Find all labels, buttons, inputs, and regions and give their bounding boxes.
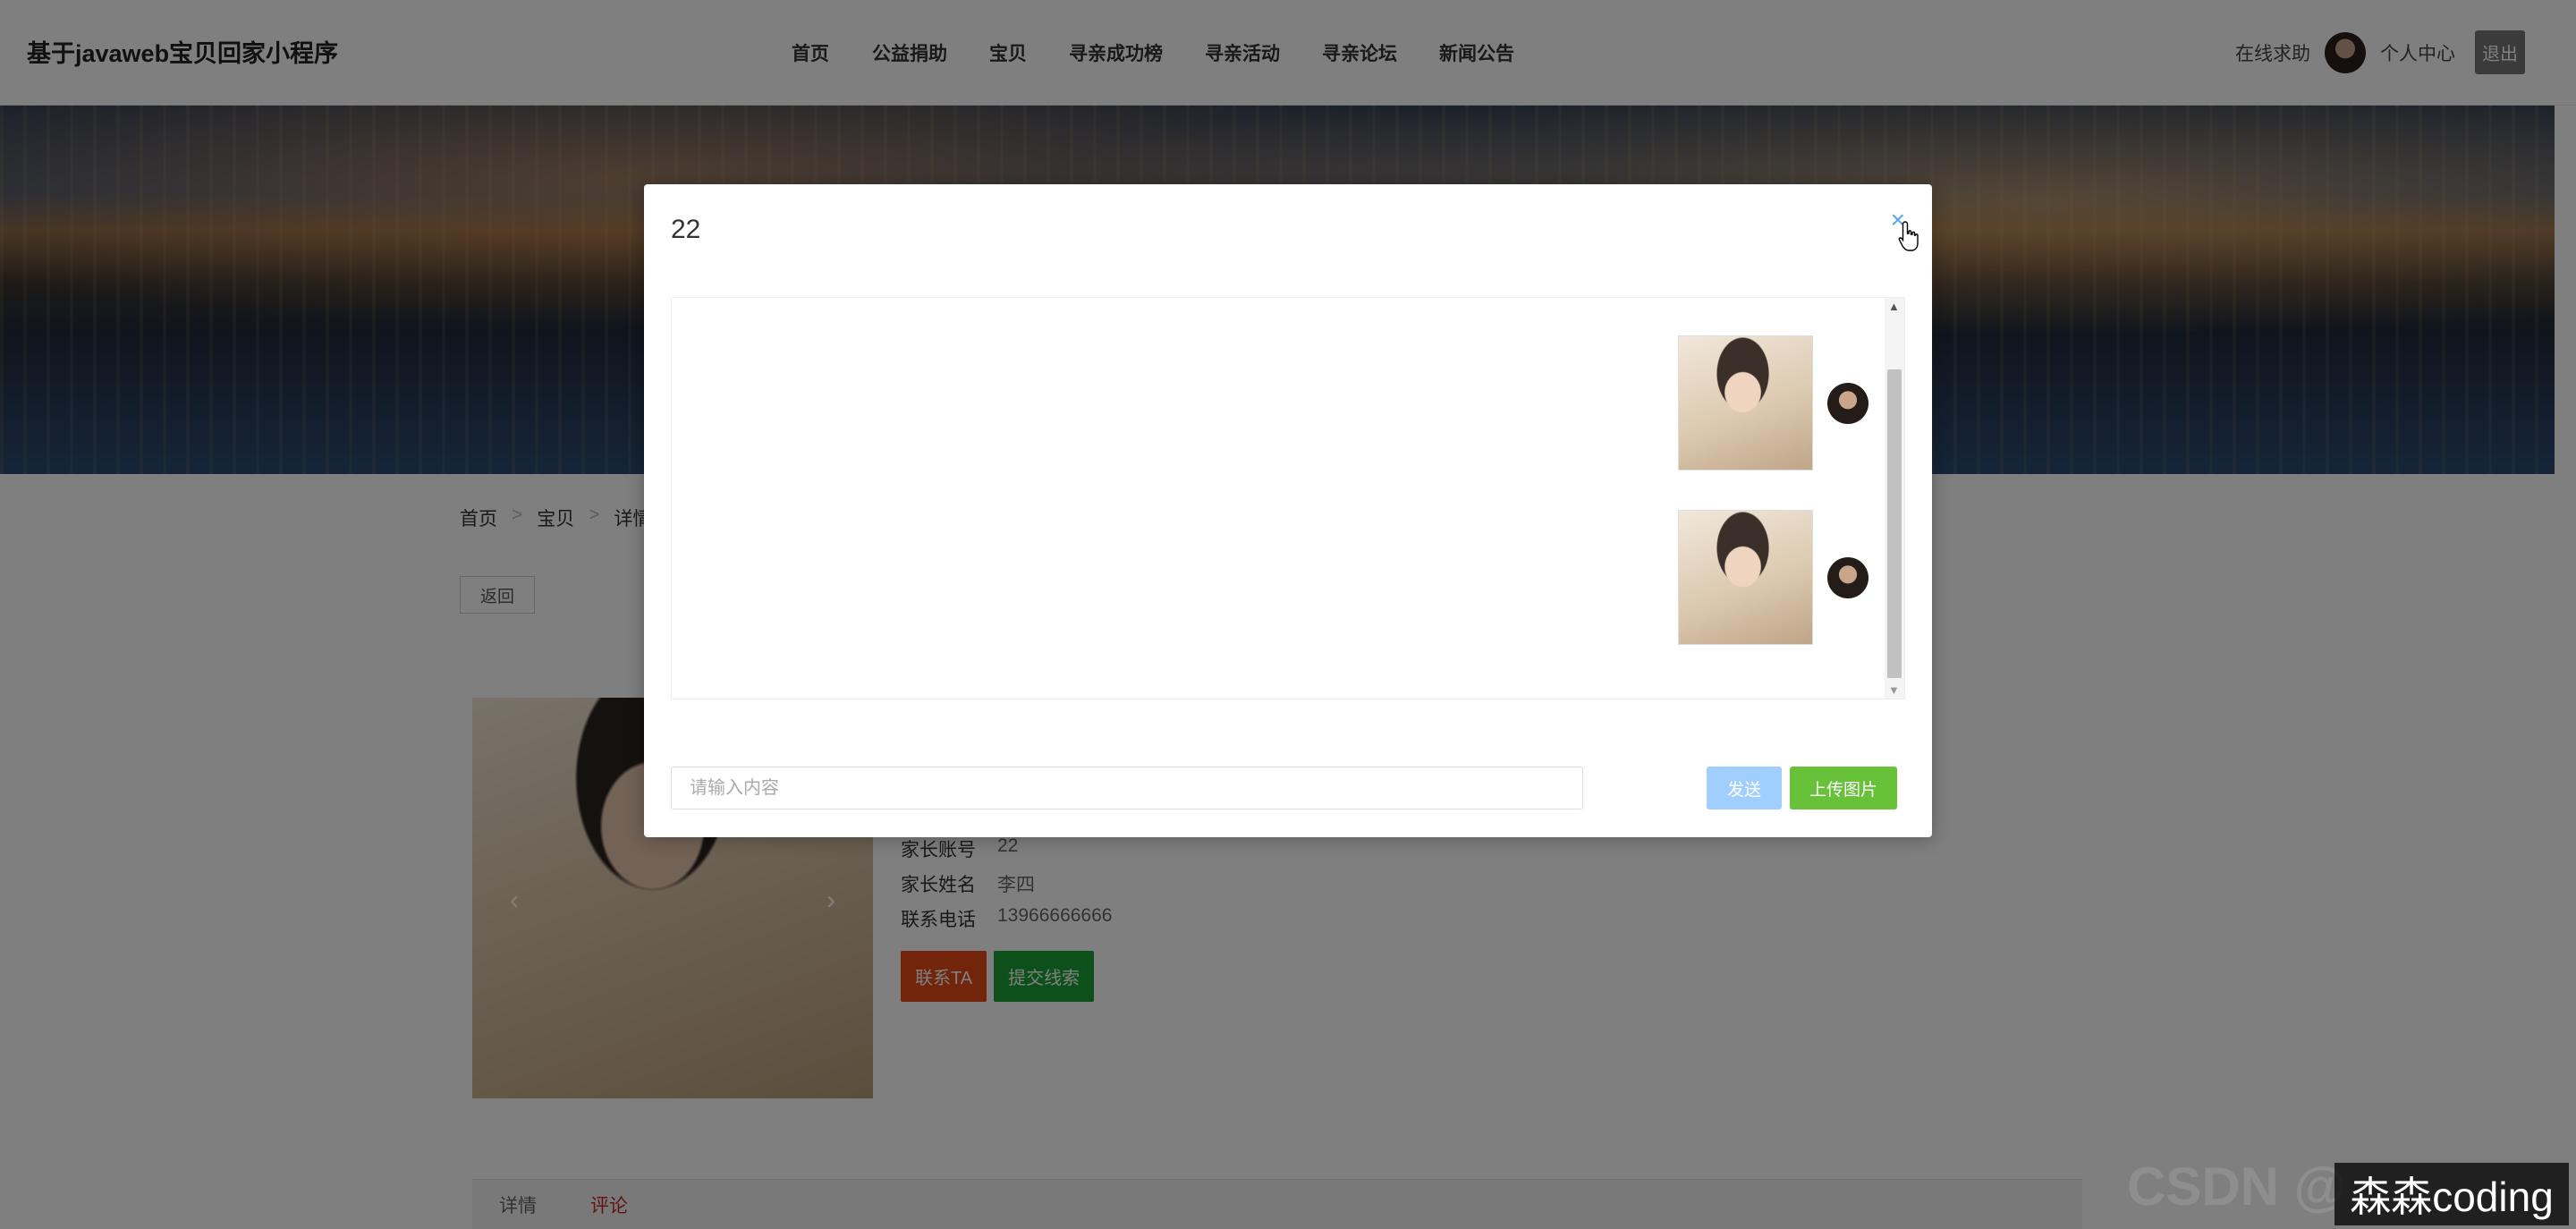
author-watermark: 森森coding (2334, 1163, 2569, 1225)
chat-message (1678, 510, 1868, 645)
message-avatar (1827, 556, 1868, 598)
chat-scrollbar[interactable]: ▲ ▼ (1885, 298, 1904, 699)
message-input[interactable] (671, 767, 1583, 809)
send-button[interactable]: 发送 (1707, 767, 1782, 809)
csdn-watermark: CSDN @ (2127, 1157, 2347, 1216)
message-image[interactable] (1678, 510, 1813, 645)
scroll-thumb[interactable] (1887, 369, 1902, 678)
scroll-up-icon[interactable]: ▲ (1888, 300, 1900, 313)
chat-message-area[interactable]: ▲ ▼ (671, 297, 1905, 699)
message-image[interactable] (1678, 335, 1813, 470)
chat-message (1678, 335, 1868, 470)
dialog-title: 22 (671, 215, 701, 244)
upload-image-button[interactable]: 上传图片 (1790, 767, 1897, 809)
hand-cursor-icon (1898, 221, 1919, 251)
chat-dialog: 22 × ▲ ▼ 发送 上传图片 (644, 184, 1932, 837)
scroll-down-icon[interactable]: ▼ (1888, 683, 1900, 697)
message-avatar (1827, 382, 1868, 424)
